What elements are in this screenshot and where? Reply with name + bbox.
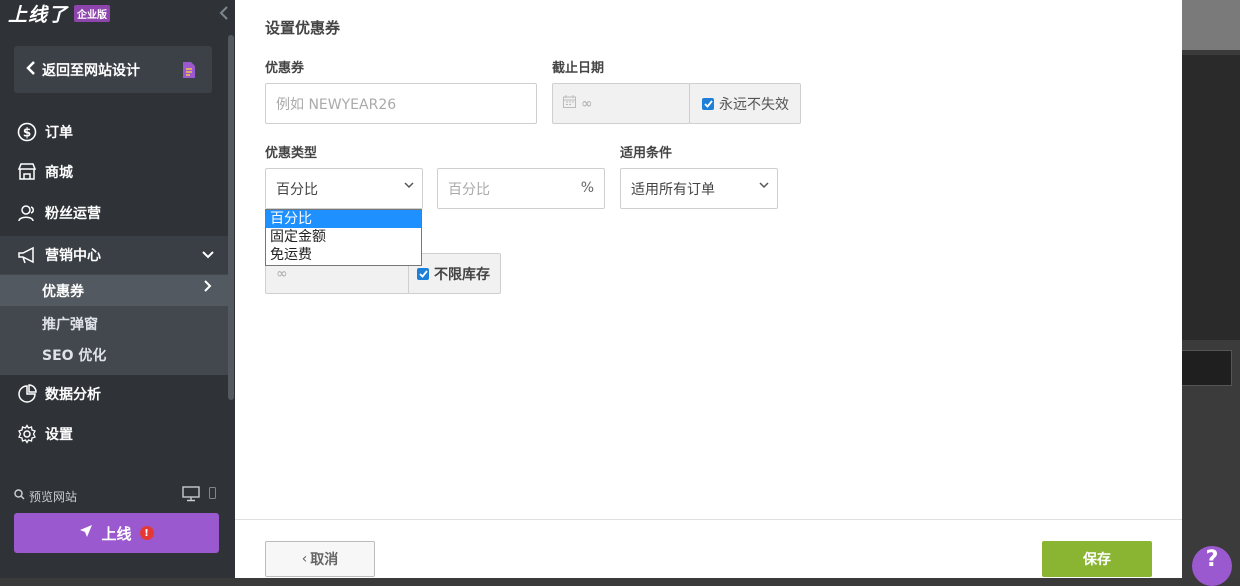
unlimited-stock-checkbox[interactable]: [417, 267, 429, 280]
mobile-icon[interactable]: [209, 487, 216, 502]
sidebar-item-label: 数据分析: [45, 387, 101, 403]
sidebar: 上线了 企业版 返回至网站设计 $ 订单 商城 粉丝运营 营销中心 优惠券 推广…: [0, 0, 235, 578]
sidebar-item-marketing[interactable]: 营销中心: [0, 236, 228, 274]
rocket-icon: [79, 524, 93, 542]
save-label: 保存: [1083, 552, 1111, 568]
page-title: 设置优惠券: [265, 19, 341, 37]
expiry-placeholder: ∞: [581, 95, 593, 112]
sidebar-item-settings[interactable]: 设置: [0, 420, 228, 448]
desktop-icon[interactable]: [182, 486, 200, 505]
discount-type-label: 优惠类型: [265, 146, 318, 161]
chevron-left-icon: ‹: [301, 551, 308, 567]
never-expire-toggle[interactable]: 永远不失效: [689, 83, 801, 124]
expiry-label: 截止日期: [552, 61, 605, 76]
discount-value-input[interactable]: 百分比 %: [437, 168, 605, 209]
brand-logo[interactable]: 上线了 企业版: [8, 2, 111, 26]
expiry-date-input[interactable]: ∞: [552, 83, 690, 124]
back-label: 返回至网站设计: [42, 62, 140, 79]
save-button[interactable]: 保存: [1042, 541, 1152, 577]
chevron-left-icon: [26, 60, 36, 79]
coupon-label: 优惠券: [265, 61, 305, 76]
back-to-site-design-button[interactable]: 返回至网站设计: [14, 46, 212, 93]
gear-icon: [17, 424, 37, 444]
preview-site-link[interactable]: 预览网站: [14, 486, 219, 506]
discount-value-placeholder: 百分比: [448, 181, 490, 198]
sidebar-subitem-popup[interactable]: 推广弹窗: [0, 308, 228, 339]
calendar-icon: [563, 95, 576, 112]
preview-label: 预览网站: [29, 489, 78, 504]
megaphone-icon: [17, 245, 37, 265]
unlimited-stock-label: 不限库存: [434, 266, 490, 283]
page-icon: [182, 62, 196, 78]
coupon-settings-panel: 设置优惠券 优惠券 例如 NEWYEAR26 截止日期 ∞ 永远不失效 优惠类型…: [235, 0, 1182, 578]
condition-value: 适用所有订单: [631, 181, 715, 198]
never-expire-checkbox[interactable]: [702, 97, 714, 110]
coupon-code-placeholder: 例如 NEWYEAR26: [276, 96, 397, 113]
sidebar-item-analytics[interactable]: 数据分析: [0, 380, 228, 408]
chevron-down-icon: [404, 181, 414, 192]
warning-badge: !: [139, 526, 154, 540]
shop-icon: [17, 162, 37, 182]
sidebar-item-label: 粉丝运营: [45, 206, 101, 222]
sidebar-subitem-coupons[interactable]: 优惠券: [0, 275, 228, 306]
sidebar-item-shop[interactable]: 商城: [0, 158, 228, 186]
dropdown-option[interactable]: 免运费: [266, 246, 421, 264]
marketing-submenu: 优惠券 推广弹窗 SEO 优化: [0, 274, 228, 375]
publish-button[interactable]: 上线 !: [14, 513, 219, 553]
sidebar-item-label: 订单: [45, 125, 73, 141]
cancel-button[interactable]: ‹ 取消: [265, 541, 375, 577]
sidebar-subitem-label: 优惠券: [42, 283, 84, 300]
sidebar-subitem-label: 推广弹窗: [42, 316, 98, 333]
pie-chart-icon: [17, 384, 37, 404]
sidebar-subitem-label: SEO 优化: [42, 347, 107, 364]
users-icon: [17, 203, 37, 223]
sidebar-item-label: 营销中心: [45, 248, 101, 264]
sidebar-item-orders[interactable]: $ 订单: [0, 118, 228, 146]
background-panel: [1182, 55, 1240, 340]
brand-badge: 企业版: [74, 4, 111, 22]
cancel-label: 取消: [310, 552, 339, 568]
condition-select[interactable]: 适用所有订单: [620, 168, 778, 209]
discount-type-dropdown: 百分比 固定金额 免运费: [265, 209, 422, 266]
sidebar-item-label: 设置: [45, 427, 73, 443]
discount-type-select[interactable]: 百分比: [265, 168, 423, 209]
sidebar-subitem-seo[interactable]: SEO 优化: [0, 339, 228, 370]
search-icon: [14, 489, 25, 503]
background-box: [1182, 350, 1232, 386]
chevron-down-icon: [202, 248, 214, 262]
dollar-circle-icon: $: [17, 122, 37, 142]
stock-placeholder: ∞: [276, 265, 288, 282]
dropdown-option[interactable]: 百分比: [266, 210, 421, 228]
background-panel: [1182, 0, 1240, 50]
percent-unit: %: [580, 180, 594, 196]
help-button[interactable]: ?: [1192, 546, 1232, 586]
footer-divider: [235, 519, 1182, 520]
brand-name: 上线了: [8, 3, 69, 26]
chevron-right-icon: [204, 280, 212, 296]
sidebar-item-label: 商城: [45, 165, 73, 181]
condition-label: 适用条件: [620, 146, 673, 161]
chevron-down-icon: [759, 181, 769, 192]
never-expire-label: 永远不失效: [719, 96, 789, 113]
discount-type-value: 百分比: [276, 181, 318, 198]
publish-label: 上线: [101, 524, 132, 543]
sidebar-item-fans[interactable]: 粉丝运营: [0, 199, 228, 227]
sidebar-scrollbar[interactable]: [228, 35, 234, 400]
help-label: ?: [1205, 546, 1219, 572]
svg-text:$: $: [23, 126, 31, 140]
dropdown-option[interactable]: 固定金额: [266, 228, 421, 246]
coupon-code-input[interactable]: 例如 NEWYEAR26: [265, 83, 537, 124]
collapse-sidebar-icon[interactable]: [219, 6, 231, 20]
